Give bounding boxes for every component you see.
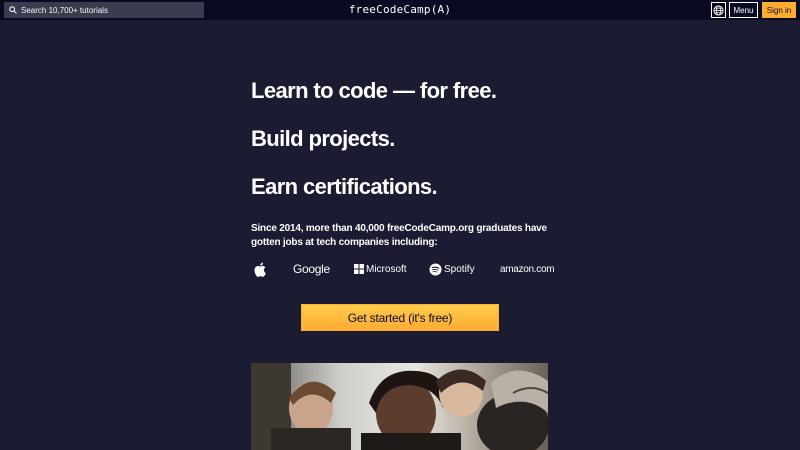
google-logo: Google (293, 262, 330, 276)
top-nav: Search 10,700+ tutorials freeCodeCamp(A)… (0, 0, 800, 20)
sign-in-button[interactable]: Sign in (762, 2, 796, 18)
microsoft-icon (354, 264, 364, 274)
menu-button[interactable]: Menu (729, 2, 758, 18)
headline-learn: Learn to code — for free. (251, 78, 497, 103)
campers-photo-image (251, 363, 548, 450)
headline-build: Build projects. (251, 126, 395, 151)
globe-icon (713, 4, 724, 16)
language-button[interactable] (711, 2, 726, 18)
apple-icon (254, 262, 266, 277)
apple-logo (254, 258, 266, 280)
headline-earn: Earn certifications. (251, 174, 438, 199)
microsoft-logo: Microsoft (354, 258, 407, 280)
get-started-button[interactable]: Get started (it's free) (301, 304, 499, 331)
spotify-logo: Spotify (429, 258, 475, 280)
campers-photo (251, 363, 548, 450)
spotify-icon (429, 262, 442, 276)
amazon-logo: amazon.com (500, 263, 555, 275)
graduates-text: Since 2014, more than 40,000 freeCodeCam… (251, 223, 547, 248)
company-logos: Google Microsoft Spotify amazon.com (251, 258, 555, 280)
site-logo[interactable]: freeCodeCamp(A) (0, 3, 800, 16)
